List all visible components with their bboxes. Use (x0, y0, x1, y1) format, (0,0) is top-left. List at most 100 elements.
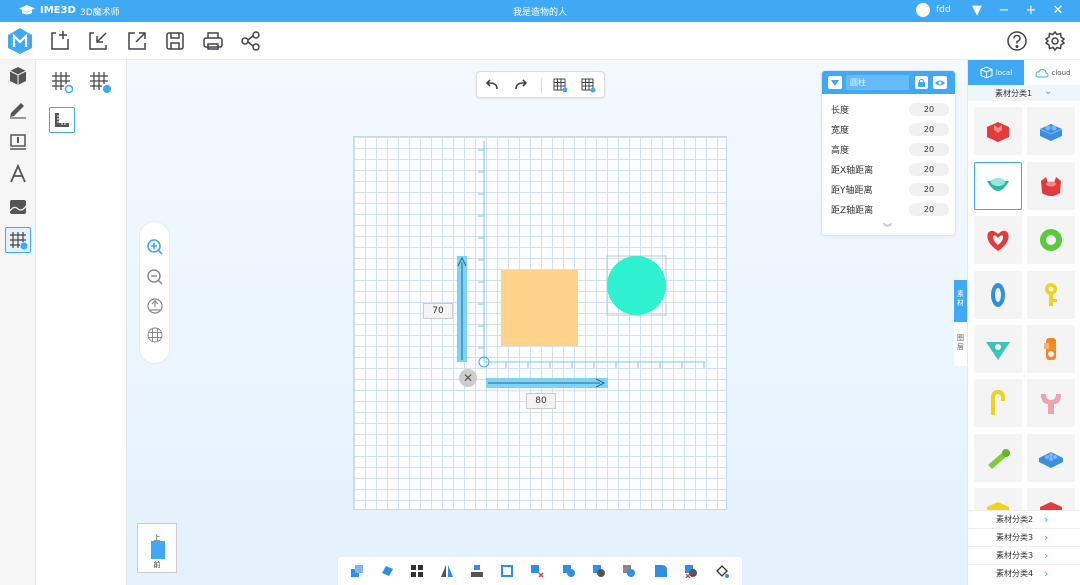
eye-icon[interactable] (933, 76, 947, 89)
mirror-icon[interactable] (439, 563, 455, 579)
category-row[interactable]: 素材分类4 › (968, 564, 1080, 582)
divider (541, 78, 542, 93)
material-item[interactable] (1027, 488, 1075, 510)
properties-header: 圆柱 (822, 71, 955, 94)
red-heart-icon (987, 230, 1009, 251)
subtract-icon[interactable] (591, 563, 607, 579)
chevron-right-icon: › (1044, 549, 1049, 562)
view-cube-front-label: 前 (153, 561, 161, 569)
teal-triangle-icon (986, 342, 1010, 360)
property-label: 高度 (831, 145, 850, 156)
property-label: 长度 (831, 105, 850, 116)
layer-side-tab[interactable]: 图层 (954, 324, 967, 366)
property-row: 距Z轴距离 20 (831, 201, 949, 217)
material-item-selected[interactable] (974, 162, 1022, 210)
align-grid-icon[interactable] (409, 563, 425, 579)
expand-chevron-icon[interactable]: ︾ (883, 221, 892, 234)
lock-icon[interactable] (915, 76, 928, 89)
yellow-hook-icon (991, 389, 1005, 415)
fill-color-icon[interactable] (714, 563, 730, 579)
vertical-ruler (478, 141, 485, 362)
property-value[interactable]: 20 (909, 182, 949, 196)
property-row: 距Y轴距离 20 (831, 181, 949, 197)
property-row: 长度 20 (831, 101, 949, 117)
union-icon[interactable] (561, 563, 577, 579)
blue-brick-icon (1039, 124, 1063, 141)
undo-toolbar (476, 71, 605, 98)
view-cube[interactable]: 上 前 (137, 523, 177, 573)
square-shape (501, 270, 578, 346)
tab-local[interactable]: local (968, 60, 1024, 85)
grid-toggle-icon[interactable] (145, 325, 165, 345)
property-label: 距Z轴距离 (831, 205, 874, 216)
material-item[interactable] (1027, 271, 1075, 319)
zoom-toolbar (139, 221, 170, 364)
chevron-down-icon: ⌄ (1044, 86, 1053, 97)
rotate-shape-icon[interactable] (379, 563, 395, 579)
red-notched-block-icon (987, 122, 1009, 142)
material-item[interactable] (974, 488, 1022, 510)
material-item[interactable] (974, 107, 1022, 155)
property-label: 距Y轴距离 (831, 185, 873, 196)
material-item[interactable] (1027, 379, 1075, 427)
material-item[interactable] (974, 379, 1022, 427)
property-value[interactable]: 20 (909, 142, 949, 156)
property-value[interactable]: 20 (909, 122, 949, 136)
property-value[interactable]: 20 (909, 102, 949, 116)
distribute-icon[interactable] (469, 563, 485, 579)
intersect-icon[interactable] (621, 563, 637, 579)
property-row: 距X轴距离 20 (831, 161, 949, 177)
category-row[interactable]: 素材分类3 › (968, 546, 1080, 564)
material-item[interactable] (1027, 325, 1075, 373)
group-icon[interactable] (349, 563, 365, 579)
shape-name-field[interactable]: 圆柱 (846, 75, 909, 90)
tab-cloud-label: cloud (1051, 68, 1071, 77)
frame-icon[interactable] (499, 563, 515, 579)
cube-outline-icon (980, 66, 993, 79)
material-item[interactable] (974, 325, 1022, 373)
category-row[interactable]: 素材分类3 › (968, 528, 1080, 546)
material-item[interactable] (974, 271, 1022, 319)
grid-visibility-icon[interactable] (578, 75, 598, 95)
property-row: 宽度 20 (831, 121, 949, 137)
property-row: 高度 20 (831, 141, 949, 157)
blue-plate-icon (1039, 452, 1063, 468)
material-item[interactable] (974, 216, 1022, 264)
zoom-in-icon[interactable] (145, 237, 165, 257)
material-side-tab[interactable]: 素材 (954, 280, 967, 322)
blue-ring-icon (991, 283, 1005, 307)
exclude-icon[interactable] (683, 563, 699, 579)
horizontal-ruler (484, 361, 705, 368)
material-item[interactable] (1027, 162, 1075, 210)
material-item[interactable] (1027, 434, 1075, 482)
redo-icon[interactable] (511, 75, 531, 95)
remove-dimension-icon[interactable]: ✕ (459, 369, 477, 387)
green-ring-icon (1040, 229, 1062, 251)
height-dimension-input[interactable]: 70 (423, 303, 453, 319)
material-item[interactable] (1027, 216, 1075, 264)
category-dropdown[interactable]: 素材分类1 ⌄ (968, 85, 1080, 101)
material-item[interactable] (974, 434, 1022, 482)
collapse-icon[interactable] (828, 76, 842, 89)
property-value[interactable]: 20 (909, 202, 949, 216)
red-block-icon (1040, 502, 1062, 510)
property-label: 距X轴距离 (831, 165, 874, 176)
tab-cloud[interactable]: cloud (1024, 60, 1080, 85)
chevron-right-icon: › (1044, 513, 1049, 526)
zoom-out-icon[interactable] (145, 267, 165, 287)
round-corner-icon[interactable] (653, 563, 669, 579)
width-dimension-input[interactable]: 80 (526, 393, 556, 409)
reset-view-icon[interactable] (145, 296, 165, 316)
grid-snap-icon[interactable] (550, 75, 570, 95)
category-row[interactable]: 素材分类2 › (968, 510, 1080, 528)
green-pin-icon (988, 449, 1010, 469)
property-label: 宽度 (831, 125, 850, 136)
chevron-right-icon: › (1044, 567, 1049, 580)
material-item[interactable] (1027, 107, 1075, 155)
material-library: local cloud 素材分类1 ⌄ 素材分类2 › 素材分类3 › 素材分类… (967, 60, 1080, 585)
property-value[interactable]: 20 (909, 162, 949, 176)
delete-shape-icon[interactable] (529, 563, 545, 579)
undo-icon[interactable] (482, 75, 502, 95)
orange-connector-icon (1044, 338, 1056, 360)
category-dropdown-label: 素材分类1 (995, 89, 1033, 98)
